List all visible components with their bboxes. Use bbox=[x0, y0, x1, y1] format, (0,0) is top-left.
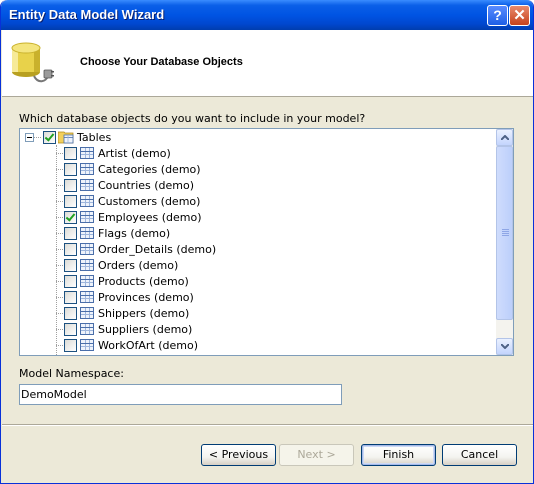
table-checkbox[interactable] bbox=[64, 307, 77, 320]
tree-node-label: Provinces (demo) bbox=[98, 291, 194, 304]
tree-node-label: Tables bbox=[77, 131, 112, 144]
tables-folder-icon bbox=[58, 131, 74, 144]
grip-line bbox=[502, 233, 509, 234]
scroll-thumb[interactable] bbox=[496, 146, 513, 320]
tree-node-label: Order_Details (demo) bbox=[98, 243, 217, 256]
table-checkbox[interactable] bbox=[64, 195, 77, 208]
page-title: Choose Your Database Objects bbox=[80, 56, 243, 68]
table-icon bbox=[80, 291, 94, 303]
tree-node-label: Flags (demo) bbox=[98, 227, 171, 240]
objects-prompt: Which database objects do you want to in… bbox=[19, 112, 366, 125]
collapse-toggle[interactable] bbox=[25, 133, 34, 142]
tree-node-label: Orders (demo) bbox=[98, 259, 179, 272]
tree-node-label: WorkOfArt (demo) bbox=[98, 339, 199, 352]
previous-button[interactable]: < Previous bbox=[201, 444, 276, 466]
tree-node-label: Customers (demo) bbox=[98, 195, 201, 208]
table-icon bbox=[80, 307, 94, 319]
table-icon bbox=[80, 259, 94, 271]
finish-button[interactable]: Finish bbox=[361, 444, 436, 466]
tree-guide-line bbox=[34, 137, 41, 138]
table-checkbox[interactable] bbox=[64, 147, 77, 160]
tree-node-table[interactable]: Flags (demo) bbox=[20, 225, 496, 241]
tree-node-table[interactable]: Categories (demo) bbox=[20, 161, 496, 177]
scroll-down-button[interactable] bbox=[496, 338, 513, 355]
tree-node-label: Categories (demo) bbox=[98, 163, 201, 176]
grip-line bbox=[502, 235, 509, 236]
table-icon bbox=[80, 147, 94, 159]
tables-checkbox[interactable] bbox=[43, 131, 56, 144]
table-checkbox[interactable] bbox=[64, 339, 77, 352]
help-icon: ? bbox=[493, 7, 502, 23]
tree-node-label: Countries (demo) bbox=[98, 179, 195, 192]
footer-divider bbox=[2, 424, 533, 426]
table-icon bbox=[80, 243, 94, 255]
close-icon: ✕ bbox=[513, 7, 526, 24]
scroll-up-button[interactable] bbox=[496, 129, 513, 146]
tree-node-table[interactable]: Countries (demo) bbox=[20, 177, 496, 193]
next-button[interactable]: Next > bbox=[279, 444, 354, 466]
tree-node-label: Products (demo) bbox=[98, 275, 189, 288]
table-icon bbox=[80, 163, 94, 175]
tree-node-table[interactable]: Order_Details (demo) bbox=[20, 241, 496, 257]
tree-node-table[interactable]: Artist (demo) bbox=[20, 145, 496, 161]
namespace-input[interactable] bbox=[19, 384, 342, 405]
table-checkbox[interactable] bbox=[64, 211, 77, 224]
table-icon bbox=[80, 195, 94, 207]
tree-node-table[interactable]: Suppliers (demo) bbox=[20, 321, 496, 337]
tree-node-label: Artist (demo) bbox=[98, 147, 171, 160]
tree-node-table[interactable]: WorkOfArt (demo) bbox=[20, 337, 496, 353]
tree-node-label: Employees (demo) bbox=[98, 211, 202, 224]
vertical-scrollbar[interactable] bbox=[496, 129, 513, 355]
chevron-up-icon bbox=[501, 135, 509, 140]
tree-node-table[interactable]: Orders (demo) bbox=[20, 257, 496, 273]
title-bar[interactable]: Entity Data Model Wizard ? ✕ bbox=[1, 0, 533, 30]
grip-line bbox=[502, 231, 509, 232]
wizard-header: Choose Your Database Objects bbox=[2, 30, 533, 97]
help-button[interactable]: ? bbox=[487, 5, 508, 26]
table-icon bbox=[80, 339, 94, 351]
table-checkbox[interactable] bbox=[64, 275, 77, 288]
table-checkbox[interactable] bbox=[64, 323, 77, 336]
tree-node-label: Suppliers (demo) bbox=[98, 323, 193, 336]
tree-node-table[interactable]: Employees (demo) bbox=[20, 209, 496, 225]
chevron-down-icon bbox=[501, 344, 509, 349]
table-checkbox[interactable] bbox=[64, 163, 77, 176]
close-button[interactable]: ✕ bbox=[509, 5, 530, 26]
tree-node-table[interactable]: Shippers (demo) bbox=[20, 305, 496, 321]
table-icon bbox=[80, 323, 94, 335]
table-icon bbox=[80, 275, 94, 287]
tree-node-tables[interactable]: Tables bbox=[20, 129, 496, 145]
table-checkbox[interactable] bbox=[64, 227, 77, 240]
database-plug-icon bbox=[11, 42, 54, 83]
table-icon bbox=[80, 211, 94, 223]
table-icon bbox=[80, 179, 94, 191]
tree-node-table[interactable]: Products (demo) bbox=[20, 273, 496, 289]
namespace-label: Model Namespace: bbox=[19, 367, 124, 380]
table-checkbox[interactable] bbox=[64, 179, 77, 192]
table-icon bbox=[80, 227, 94, 239]
grip-line bbox=[502, 229, 509, 230]
table-checkbox[interactable] bbox=[64, 291, 77, 304]
tree-node-table[interactable]: Customers (demo) bbox=[20, 193, 496, 209]
table-checkbox[interactable] bbox=[64, 259, 77, 272]
database-objects-tree[interactable]: Tables Artist (demo) Categories (demo) Cou… bbox=[19, 128, 514, 356]
cancel-button[interactable]: Cancel bbox=[442, 444, 517, 466]
wizard-window: Entity Data Model Wizard ? ✕ Choose Your… bbox=[0, 0, 534, 484]
tree-node-label: Shippers (demo) bbox=[98, 307, 190, 320]
table-checkbox[interactable] bbox=[64, 243, 77, 256]
tree-node-table[interactable]: Provinces (demo) bbox=[20, 289, 496, 305]
window-title: Entity Data Model Wizard bbox=[9, 7, 165, 22]
